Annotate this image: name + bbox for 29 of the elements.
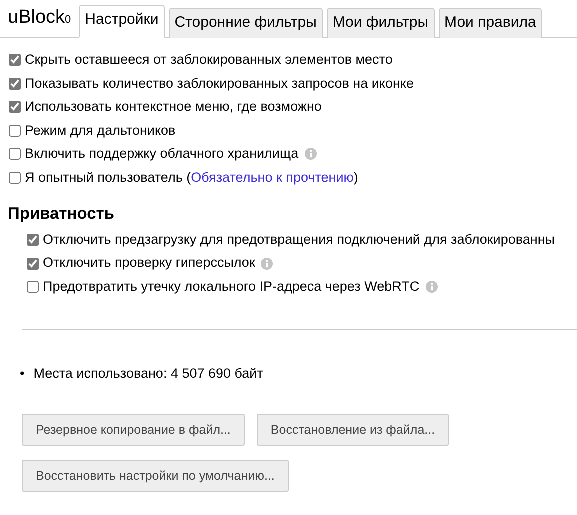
option-label: Отключить предзагрузку для предотвращения подключений для заблокированны: [43, 230, 555, 249]
option-label: Включить поддержку облачного хранилища: [25, 145, 299, 164]
checkbox[interactable]: [9, 101, 21, 114]
action-button[interactable]: Восстановление из файла...: [256, 414, 450, 446]
section-heading: Приватность: [8, 204, 116, 224]
checkbox[interactable]: [9, 124, 21, 137]
help-link[interactable]: Обязательно к прочтению: [191, 170, 354, 185]
checkbox[interactable]: [9, 78, 21, 90]
option-label: Использовать контекстное меню, где возможно: [25, 98, 322, 116]
action-button[interactable]: Резервное копирование в файл...: [22, 414, 245, 446]
action-button[interactable]: Восстановить настройки по умолчанию...: [22, 460, 289, 492]
checkbox[interactable]: [27, 258, 39, 270]
option-label: Отключить проверку гиперссылок: [43, 254, 256, 272]
checkbox[interactable]: [27, 281, 39, 293]
checkbox[interactable]: [9, 172, 21, 184]
tab[interactable]: Настройки: [79, 5, 165, 38]
tab[interactable]: Сторонние фильтры: [168, 8, 323, 38]
bullet: •: [20, 364, 25, 382]
checkbox[interactable]: [9, 148, 21, 160]
option-label: Показывать количество заблокированных запросов на иконке: [25, 74, 414, 93]
option-label: Режим для дальтоников: [25, 122, 176, 140]
option-label: Скрыть оставшееся от заблокированных элементов место: [25, 51, 393, 70]
checkbox[interactable]: [9, 54, 21, 66]
tab[interactable]: Мои фильтры: [326, 8, 435, 38]
tab[interactable]: Мои правила: [438, 8, 542, 38]
storage-used-text: Места использовано: 4 507 690 байт: [34, 364, 264, 382]
checkbox[interactable]: [27, 234, 39, 246]
option-label: Предотвратить утечку локального IP-адреса через WebRTC: [43, 278, 420, 296]
option-label: Я опытный пользователь (Обязательно к прочтению): [25, 168, 358, 187]
